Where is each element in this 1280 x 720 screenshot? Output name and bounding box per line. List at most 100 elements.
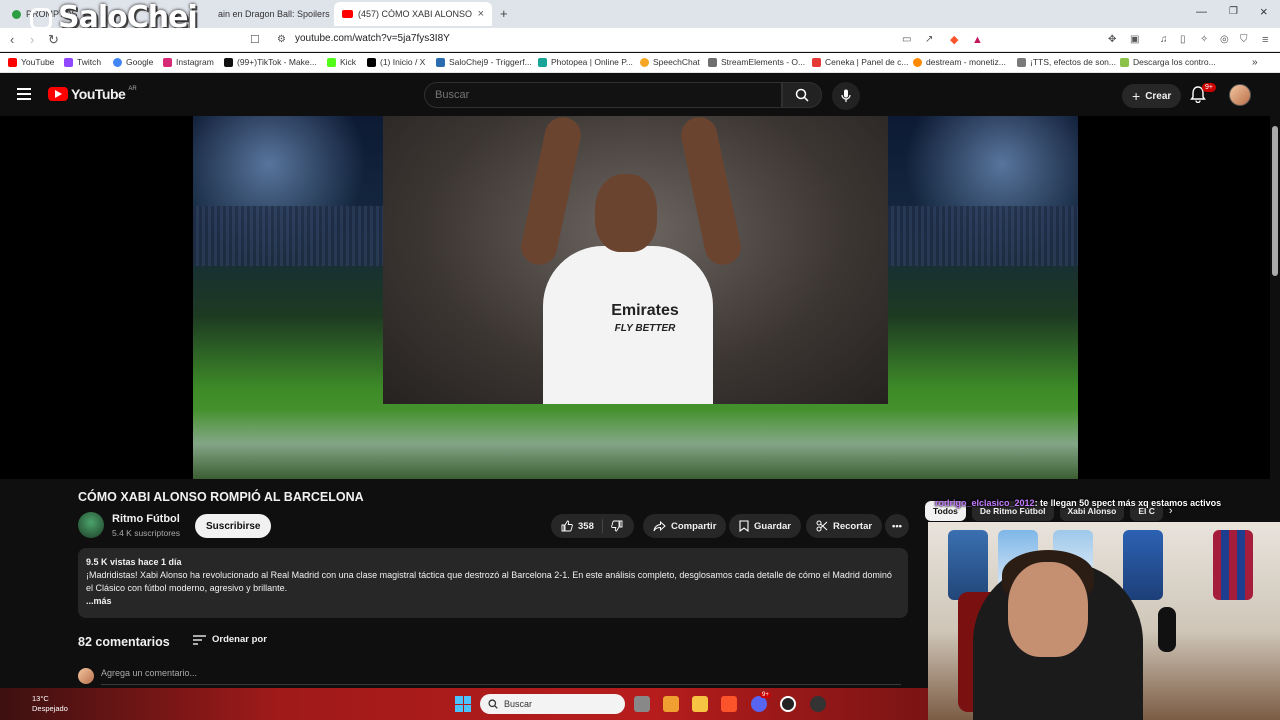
scrollbar-thumb[interactable] [1272,126,1278,276]
shield-icon[interactable]: ⛉ [1240,33,1248,47]
site-settings-icon[interactable]: ⚙ [277,33,286,47]
tab-label: (457) CÓMO XABI ALONSO ROM [358,9,473,19]
wallet-icon[interactable]: ▣ [1130,33,1139,47]
browser-tab-active[interactable]: (457) CÓMO XABI ALONSO ROM × [334,2,492,26]
bookmark-tts[interactable]: ¡TTS, efectos de son... [1017,57,1116,67]
search-input[interactable] [425,83,781,107]
steam-icon[interactable] [810,696,826,712]
bookmark-streamelements[interactable]: StreamElements - O... [708,57,805,67]
close-tab-icon[interactable]: × [478,8,484,20]
bookmark-label: Instagram [176,57,214,67]
sidebar-icon[interactable]: ▯ [1180,33,1186,47]
description-box[interactable]: 9.5 K vistas hace 1 día ¡Madridistas! Xa… [78,548,908,618]
store-icon[interactable] [663,696,679,712]
extensions-icon[interactable]: ✥ [1108,33,1116,47]
taskbar-search[interactable]: Buscar [480,694,625,714]
search-button[interactable] [782,82,822,108]
sort-comments-button[interactable]: Ordenar por [193,634,267,645]
task-view-icon[interactable] [634,696,650,712]
brave-browser-icon[interactable] [721,696,737,712]
share-icon[interactable]: ↗ [925,33,933,47]
dislike-button[interactable] [603,520,631,532]
create-label: Crear [1145,90,1172,102]
bookmark-kick[interactable]: Kick [327,57,356,67]
bookmark-label: Ceneka | Panel de c... [825,57,909,67]
bookmark-label: Google [126,57,154,67]
search-box [424,82,782,108]
create-button[interactable]: + Crear [1122,84,1182,108]
bookmarks-overflow-icon[interactable]: » [1252,57,1258,68]
discord-badge: 9+ [760,692,771,698]
channel-avatar[interactable] [78,512,104,538]
obs-icon[interactable] [780,696,796,712]
back-button[interactable]: ‹ [10,33,14,47]
bookmark-label: (1) Inicio / X [380,57,426,67]
clip-button[interactable]: Recortar [806,514,883,538]
url-field[interactable]: youtube.com/watch?v=5ja7fys3I8Y [295,33,450,44]
bookmark-label: Kick [340,57,357,67]
bookmark-google[interactable]: Google [113,57,153,67]
channel-name[interactable]: Ritmo Fútbol [112,513,180,525]
bookmark-twitch[interactable]: Twitch [64,57,101,67]
browser-tab[interactable]: ain en Dragon Ball: Spoilers y [210,2,332,26]
more-actions-button[interactable]: ••• [885,514,909,538]
subscriber-count: 5.4 K suscriptores [112,528,181,538]
wall-jersey [1213,530,1253,600]
bookmark-youtube[interactable]: YouTube [8,57,54,67]
bookmark-instagram[interactable]: Instagram [163,57,214,67]
weather-widget[interactable]: 13°C Despejado [32,694,68,714]
thumbs-up-icon [561,520,573,532]
speechchat-icon [640,57,649,67]
voice-search-button[interactable] [832,82,860,110]
video-player[interactable]: Emirates FLY BETTER [0,116,1270,479]
share-button[interactable]: Compartir [643,514,727,538]
video-thumbnail-player: Emirates FLY BETTER [383,116,888,404]
sort-icon [193,634,206,645]
share-label: Compartir [671,520,717,532]
subscribe-button[interactable]: Suscribirse [195,514,272,538]
bookmark-destream[interactable]: destream - monetiz... [913,57,1006,67]
vpn-icon[interactable]: ◎ [1220,33,1229,47]
chat-text: : te llegan 50 spect más xq estamos acti… [1034,498,1222,508]
rewards-icon[interactable]: ▲ [972,33,983,47]
commenter-avatar [78,668,94,684]
bookmark-ceneka[interactable]: Ceneka | Panel de c... [812,57,908,67]
user-avatar[interactable] [1229,84,1251,106]
bookmark-x[interactable]: (1) Inicio / X [367,57,425,67]
brave-shield-icon[interactable]: ◆ [950,33,958,47]
wall-jersey [948,530,988,600]
menu-icon[interactable]: ≡ [1262,33,1268,47]
bookmark-tiktok[interactable]: (99+)TikTok - Make... [224,57,317,67]
bookmark-label: ¡TTS, efectos de son... [1030,57,1116,67]
minimize-button[interactable]: — [1196,6,1207,18]
reload-button[interactable]: ↻ [48,33,59,47]
file-explorer-icon[interactable] [692,696,708,712]
x-icon [367,57,376,67]
windows-start-icon[interactable] [455,696,471,712]
bookmark-icon[interactable]: ☐ [250,33,260,47]
bookmark-descarga[interactable]: Descarga los contro... [1120,57,1216,67]
taskbar-search-label: Buscar [504,699,533,709]
screen-icon[interactable]: ▭ [902,33,911,47]
close-window-button[interactable]: × [1260,4,1268,19]
like-button[interactable]: 358 [551,519,603,533]
windows-taskbar: 13°C Despejado Buscar 9+ [0,688,928,720]
youtube-logo[interactable]: YouTube AR [48,86,137,102]
tab-favicon-icon [12,9,21,19]
bookmark-triggerfyre[interactable]: SaloChej9 - Triggerf... [436,57,532,67]
comments-count: 82 comentarios [78,635,170,649]
music-icon[interactable]: ♫ [1160,33,1168,47]
show-more-link[interactable]: ...más [86,595,900,608]
leo-icon[interactable]: ✧ [1200,33,1208,47]
save-button[interactable]: Guardar [729,514,801,538]
comment-input[interactable]: Agrega un comentario... [101,668,197,678]
discord-icon[interactable] [751,696,767,712]
bookmark-photopea[interactable]: Photopea | Online P... [538,57,633,67]
bookmark-speechchat[interactable]: SpeechChat [640,57,700,67]
microphone-icon [841,89,851,102]
maximize-button[interactable]: ❐ [1229,6,1238,17]
new-tab-button[interactable]: + [500,6,508,21]
hamburger-menu-icon[interactable] [17,88,31,100]
weather-condition: Despejado [32,704,68,713]
forward-button[interactable]: › [30,33,34,47]
